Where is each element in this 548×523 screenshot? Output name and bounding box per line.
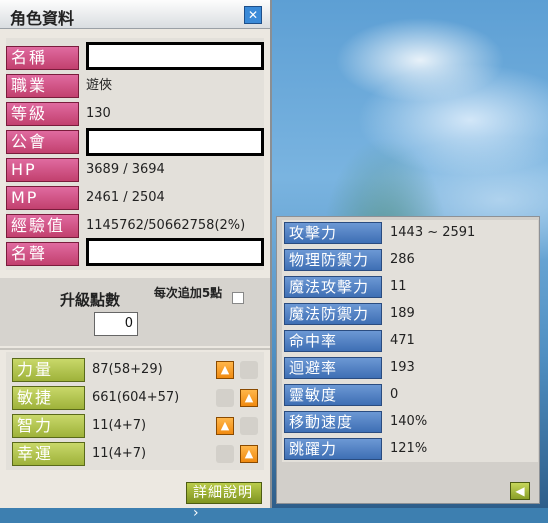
speed-label: 移動速度 — [284, 411, 382, 433]
title-bar[interactable]: 角色資料 ✕ — [0, 0, 270, 29]
str-empty-slot — [240, 361, 258, 379]
jump-label: 跳躍力 — [284, 438, 382, 460]
back-arrow-icon[interactable]: ◀ — [510, 482, 530, 500]
hp-value: 3689 / 3694 — [86, 162, 165, 177]
detail-button[interactable]: 詳細說明 › — [186, 482, 262, 521]
luk-up-arrow-icon[interactable]: ▲ — [240, 445, 258, 463]
int-value: 11(4+7) — [92, 418, 147, 433]
avoidability-value: 193 — [390, 360, 415, 375]
avoidability-label: 迴避率 — [284, 357, 382, 379]
divider — [0, 348, 270, 350]
hp-label: HP — [6, 158, 79, 182]
str-value: 87(58+29) — [92, 362, 163, 377]
magic-defense-label: 魔法防禦力 — [284, 303, 382, 325]
close-icon[interactable]: ✕ — [244, 6, 262, 24]
exp-value: 1145762/50662758(2%) — [86, 218, 246, 233]
attack-value: 1443 ~ 2591 — [390, 225, 476, 240]
mp-label: MP — [6, 186, 79, 210]
detail-button-label: 詳細說明 — [193, 485, 253, 501]
add-five-checkbox[interactable] — [232, 292, 244, 304]
jump-value: 121% — [390, 441, 428, 456]
magic-attack-label: 魔法攻擊力 — [284, 276, 382, 298]
dex-label: 敏捷 — [12, 386, 85, 410]
job-label: 職業 — [6, 74, 79, 98]
physical-defense-value: 286 — [390, 252, 415, 267]
dex-value: 661(604+57) — [92, 390, 180, 405]
fame-label: 名聲 — [6, 242, 79, 266]
level-label: 等級 — [6, 102, 79, 126]
mp-value: 2461 / 2504 — [86, 190, 165, 205]
name-label: 名稱 — [6, 46, 79, 70]
accuracy-value: 471 — [390, 333, 415, 348]
dex-empty-slot — [216, 389, 234, 407]
int-label: 智力 — [12, 414, 85, 438]
speed-value: 140% — [390, 414, 428, 429]
accuracy-label: 命中率 — [284, 330, 382, 352]
hands-value: 0 — [390, 387, 399, 402]
int-up-arrow-icon[interactable]: ▲ — [216, 417, 234, 435]
name-value-redacted — [86, 42, 264, 70]
ability-points-label: 升級點數 — [60, 291, 121, 309]
int-empty-slot — [240, 417, 258, 435]
fame-value-redacted — [86, 238, 264, 266]
str-label: 力量 — [12, 358, 85, 382]
job-value: 遊俠 — [86, 78, 113, 93]
str-up-arrow-icon[interactable]: ▲ — [216, 361, 234, 379]
window-title: 角色資料 — [10, 9, 75, 28]
magic-attack-value: 11 — [390, 279, 407, 294]
guild-label: 公會 — [6, 130, 79, 154]
hands-label: 靈敏度 — [284, 384, 382, 406]
level-value: 130 — [86, 106, 111, 121]
exp-label: 經驗值 — [6, 214, 79, 238]
guild-value-redacted — [86, 128, 264, 156]
luk-value: 11(4+7) — [92, 446, 147, 461]
add-five-label: 每次追加5點 — [153, 286, 223, 300]
dex-up-arrow-icon[interactable]: ▲ — [240, 389, 258, 407]
attack-label: 攻擊力 — [284, 222, 382, 244]
ability-points-value: 0 — [94, 312, 138, 336]
luk-empty-slot — [216, 445, 234, 463]
physical-defense-label: 物理防禦力 — [284, 249, 382, 271]
magic-defense-value: 189 — [390, 306, 415, 321]
character-info-window: 角色資料 ✕ 名稱 職業 遊俠 等級 130 公會 HP 3689 / 3694… — [0, 0, 272, 521]
luk-label: 幸運 — [12, 442, 85, 466]
